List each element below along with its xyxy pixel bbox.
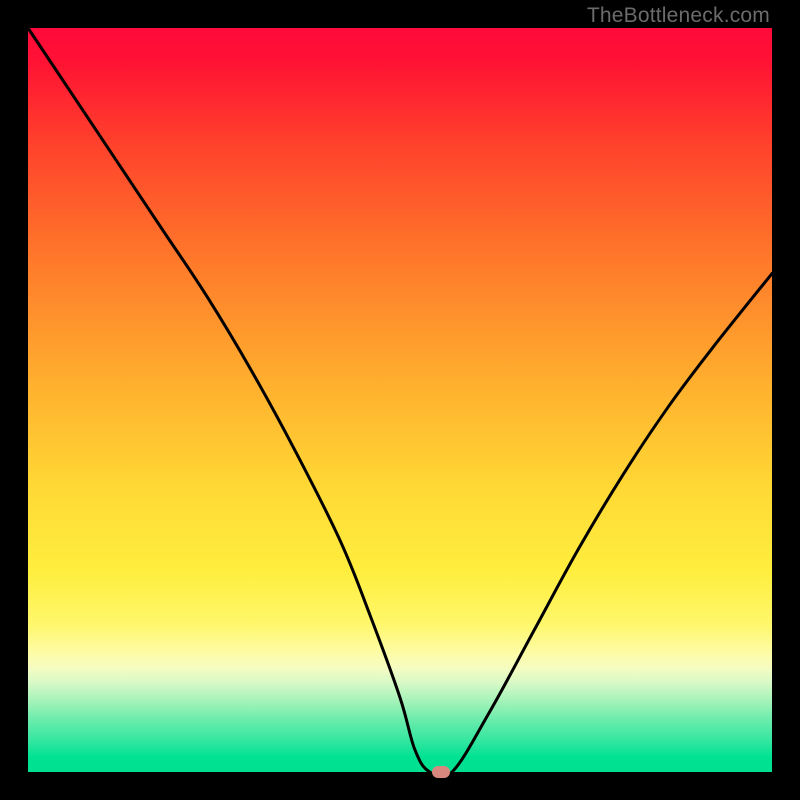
bottleneck-curve <box>28 28 772 772</box>
plot-area <box>28 28 772 772</box>
chart-container: TheBottleneck.com <box>0 0 800 800</box>
optimal-marker <box>432 766 450 778</box>
watermark-text: TheBottleneck.com <box>587 4 770 28</box>
